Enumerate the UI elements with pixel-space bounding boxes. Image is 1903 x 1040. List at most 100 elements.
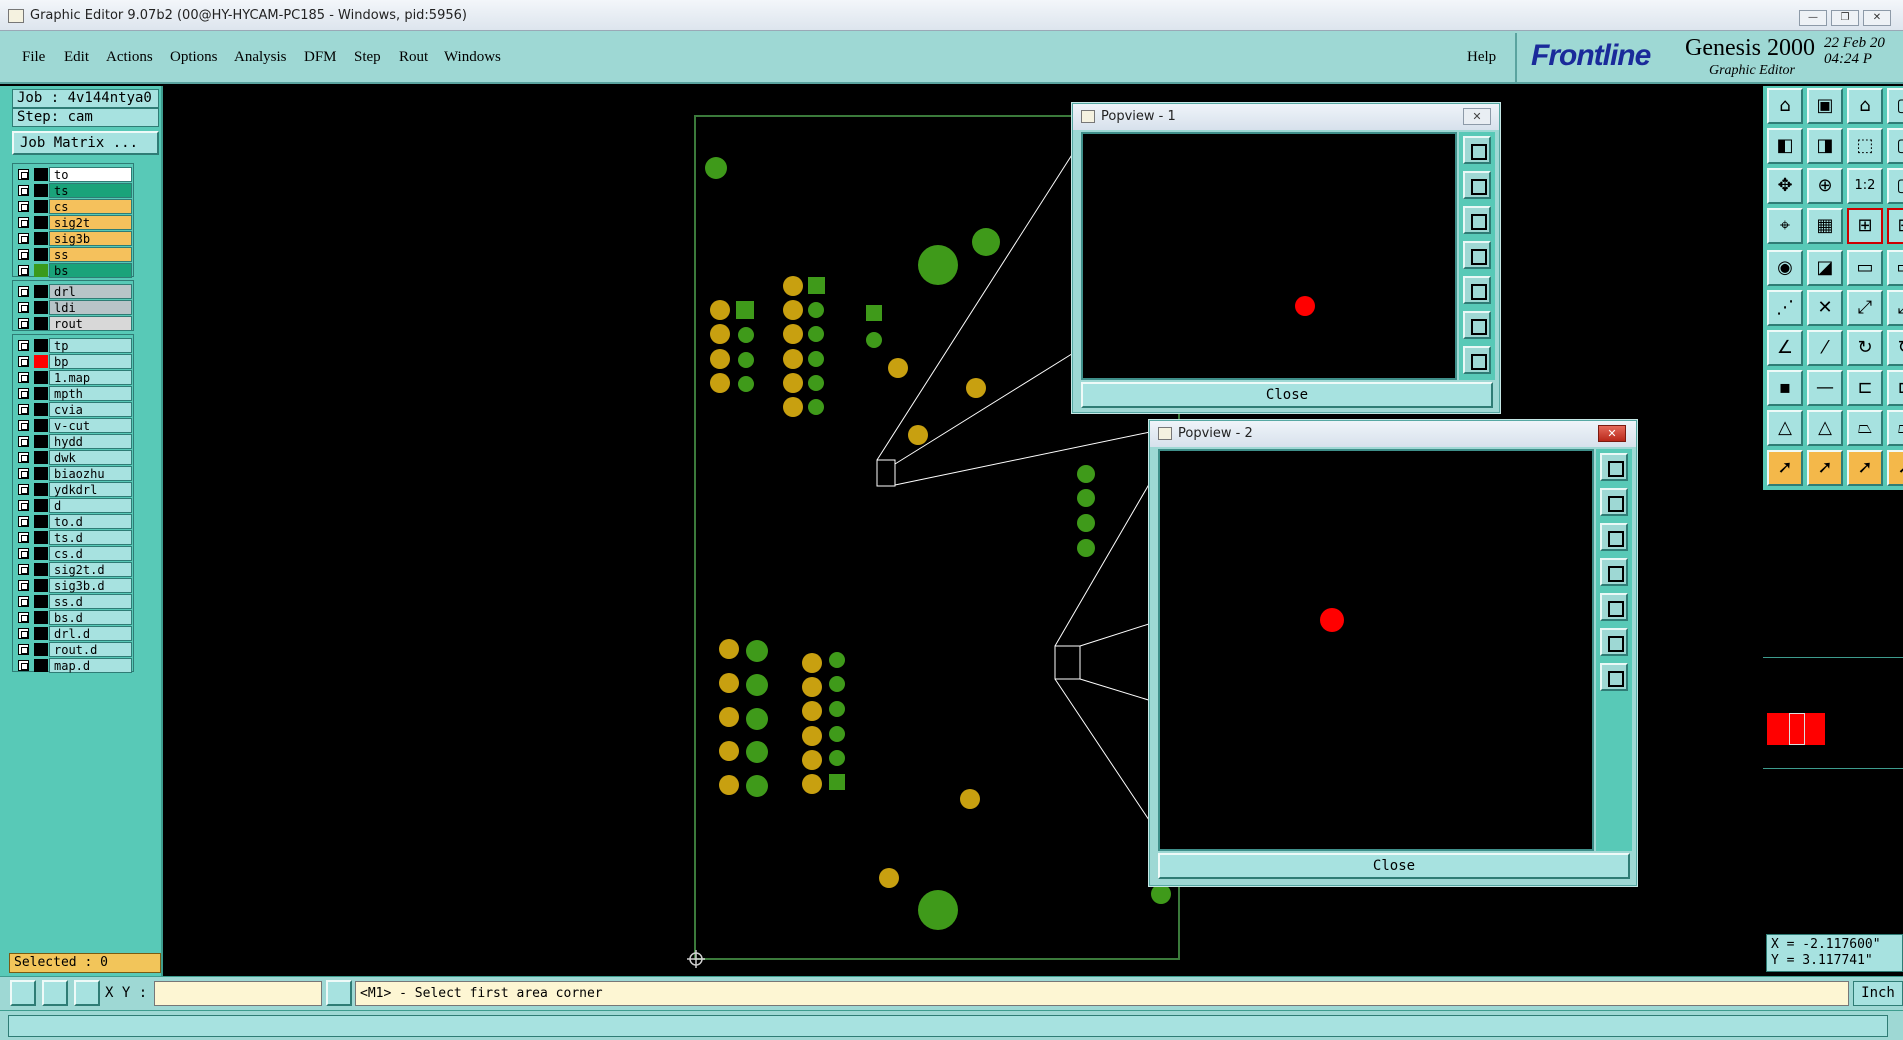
layer-row[interactable]: cvia (13, 402, 134, 417)
layer-row[interactable]: d (13, 498, 134, 513)
layer-row[interactable]: cs (13, 199, 134, 214)
layer-name[interactable]: cs (49, 199, 132, 214)
xy-input[interactable] (154, 981, 322, 1006)
layer-name[interactable]: cs.d (49, 546, 132, 561)
measure-icon[interactable]: ⌖ (1767, 208, 1803, 244)
layer-name[interactable]: 1.map (49, 370, 132, 385)
angle-icon[interactable]: ∠ (1767, 330, 1803, 366)
layer-row[interactable]: tp (13, 338, 134, 353)
layer-name[interactable]: d (49, 498, 132, 513)
layer-row[interactable]: ts (13, 183, 134, 198)
layer-row[interactable]: drl.d (13, 626, 134, 641)
layer-name[interactable]: cvia (49, 402, 132, 417)
grid-icon[interactable]: ▦ (1807, 208, 1843, 244)
zoom-home-icon[interactable]: ⌂ (1847, 88, 1883, 124)
layer-row[interactable]: bs (13, 263, 134, 278)
layer-row[interactable]: map.d (13, 658, 134, 673)
menu-actions[interactable]: Actions (106, 49, 153, 66)
bracket-icon[interactable]: ⊏ (1847, 370, 1883, 406)
layer-name[interactable]: sig2t.d (49, 562, 132, 577)
triangle-icon-2[interactable]: △ (1807, 410, 1843, 446)
menu-step[interactable]: Step (354, 49, 381, 66)
layer-color-swatch[interactable] (34, 317, 48, 330)
layer-name[interactable]: to.d (49, 514, 132, 529)
popview-2-tool-3[interactable] (1600, 523, 1628, 551)
layer-row[interactable]: ydkdrl (13, 482, 134, 497)
layer-color-swatch[interactable] (34, 499, 48, 512)
layer-checkbox[interactable] (18, 532, 29, 543)
trapezoid-icon[interactable]: ⏢ (1847, 410, 1883, 446)
select-move-icon[interactable]: ➚ (1807, 450, 1843, 486)
diagonal-icon[interactable]: ⁄ (1807, 330, 1843, 366)
popview-1-tool-6[interactable] (1463, 311, 1491, 339)
popview-1-tool-1[interactable] (1463, 136, 1491, 164)
layer-name[interactable]: to (49, 167, 132, 182)
layer-checkbox[interactable] (18, 484, 29, 495)
layer-color-swatch[interactable] (34, 216, 48, 229)
layer-checkbox[interactable] (18, 217, 29, 228)
ruler-icon[interactable]: ▭ (1847, 250, 1883, 286)
layer-color-swatch[interactable] (34, 563, 48, 576)
add-pad-icon[interactable]: ◉ (1767, 250, 1803, 286)
zoom-window-icon[interactable]: ⬚ (1847, 128, 1883, 164)
layer-name[interactable]: drl.d (49, 626, 132, 641)
frame-icon[interactable]: ▢ (1887, 128, 1903, 164)
popview-1-viewport[interactable] (1081, 132, 1457, 380)
frame-icon-2[interactable]: ▢ (1887, 168, 1903, 204)
layer-color-swatch[interactable] (34, 451, 48, 464)
layer-color-swatch[interactable] (34, 467, 48, 480)
cross-icon[interactable]: ✕ (1807, 290, 1843, 326)
line-select-icon[interactable]: — (1807, 370, 1843, 406)
layer-row[interactable]: cs.d (13, 546, 134, 561)
menu-analysis[interactable]: Analysis (234, 49, 287, 66)
snap-mode-icon[interactable] (10, 980, 36, 1006)
layer-row[interactable]: ss.d (13, 594, 134, 609)
save-icon[interactable]: ▣ (1807, 88, 1843, 124)
layer-checkbox[interactable] (18, 420, 29, 431)
layer-checkbox[interactable] (18, 516, 29, 527)
popview-1-tool-3[interactable] (1463, 206, 1491, 234)
layer-name[interactable]: ss (49, 247, 132, 262)
connect-icon[interactable]: ⋰ (1767, 290, 1803, 326)
input-mode-icon[interactable] (326, 980, 352, 1006)
scale-1-2-icon[interactable]: 1:2 (1847, 168, 1883, 204)
layer-color-swatch[interactable] (34, 435, 48, 448)
layer-color-swatch[interactable] (34, 547, 48, 560)
units-button[interactable]: Inch (1853, 981, 1903, 1006)
layer-color-swatch[interactable] (34, 184, 48, 197)
layer-checkbox[interactable] (18, 201, 29, 212)
layer-name[interactable]: sig3b.d (49, 578, 132, 593)
layer-name[interactable]: sig3b (49, 231, 132, 246)
layer-row[interactable]: drl (13, 284, 134, 299)
layer-row[interactable]: rout.d (13, 642, 134, 657)
layer-checkbox[interactable] (18, 564, 29, 575)
route-icon[interactable]: ⤢ (1847, 290, 1883, 326)
overview-panel[interactable] (1763, 490, 1903, 976)
popview-1-tool-5[interactable] (1463, 276, 1491, 304)
route-icon-2[interactable]: ⤢ (1887, 290, 1903, 326)
layer-color-swatch[interactable] (34, 531, 48, 544)
select-area-icon[interactable]: ➚ (1847, 450, 1883, 486)
popview-2-viewport[interactable] (1158, 449, 1594, 851)
select-icon[interactable]: ➚ (1767, 450, 1803, 486)
maximize-button[interactable]: ❐ (1831, 10, 1859, 26)
layer-row[interactable]: hydd (13, 434, 134, 449)
layer-checkbox[interactable] (18, 628, 29, 639)
layer-color-swatch[interactable] (34, 579, 48, 592)
layer-checkbox[interactable] (18, 388, 29, 399)
layer-color-swatch[interactable] (34, 168, 48, 181)
menu-file[interactable]: File (22, 49, 45, 66)
layer-row[interactable]: to.d (13, 514, 134, 529)
job-matrix-button[interactable]: Job Matrix ... (12, 131, 159, 155)
menu-options[interactable]: Options (170, 49, 218, 66)
layer-checkbox[interactable] (18, 436, 29, 447)
layer-checkbox[interactable] (18, 452, 29, 463)
close-window-button[interactable]: ✕ (1863, 10, 1891, 26)
popview-1-tool-2[interactable] (1463, 171, 1491, 199)
ruler-icon-2[interactable]: ▭ (1887, 250, 1903, 286)
zoom-in-icon[interactable]: ⊕ (1807, 168, 1843, 204)
triangle-icon[interactable]: △ (1767, 410, 1803, 446)
layer-row[interactable]: dwk (13, 450, 134, 465)
layer-color-swatch[interactable] (34, 355, 48, 368)
pad-select-icon[interactable]: ▪ (1767, 370, 1803, 406)
